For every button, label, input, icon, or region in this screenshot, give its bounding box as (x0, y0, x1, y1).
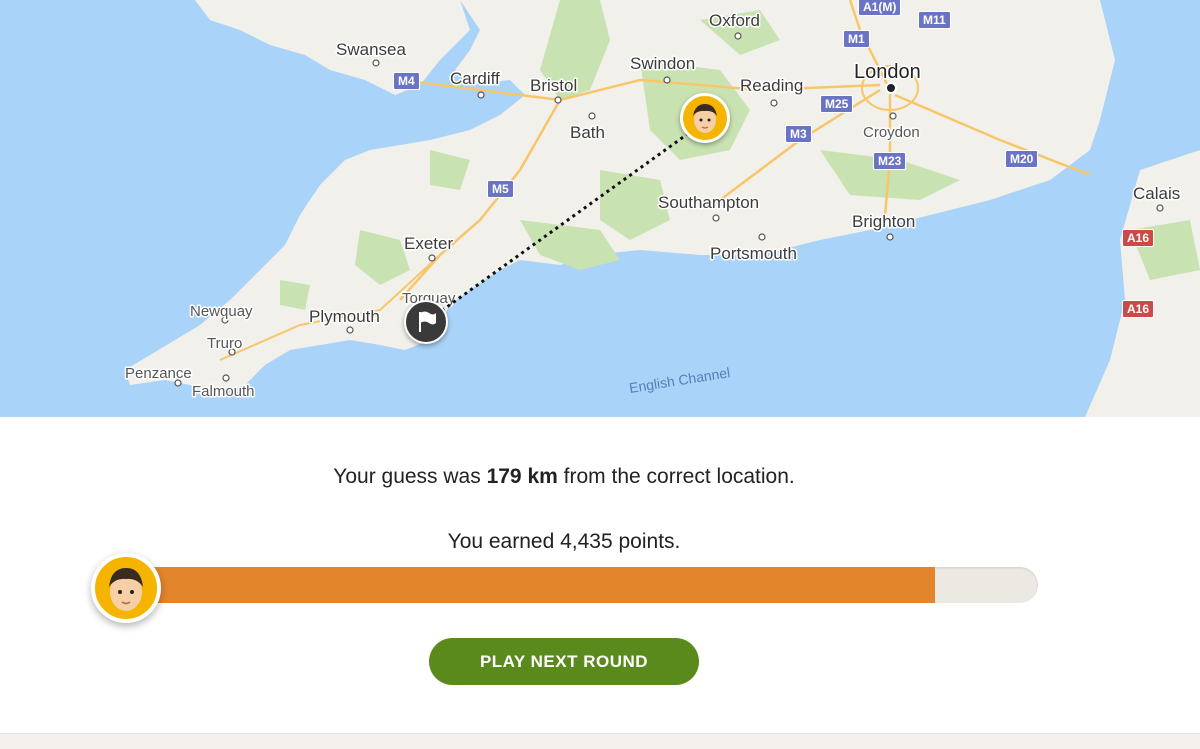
city-label: Oxford (709, 11, 760, 30)
sea-label: English Channel (628, 364, 731, 396)
person-avatar-icon (109, 568, 143, 611)
road-badge: M1 (843, 30, 870, 48)
distance-text: Your guess was 179 km from the correct l… (0, 465, 1128, 489)
city-label: Bath (570, 123, 605, 142)
distance-suffix: from the correct location. (557, 465, 795, 488)
city-label: Penzance (125, 365, 192, 382)
player-avatar (91, 553, 161, 623)
road-badge: M5 (487, 180, 514, 198)
person-avatar-icon (693, 104, 717, 133)
road-badge: A16 (1122, 300, 1155, 318)
road-badge: M4 (393, 72, 420, 90)
city-label: Falmouth (192, 383, 255, 400)
city-label: Truro (207, 335, 242, 352)
result-panel: Your guess was 179 km from the correct l… (0, 417, 1200, 748)
city-label: Exeter (404, 234, 453, 253)
road-badge: A1(M) (858, 0, 902, 16)
road-badge: M25 (820, 95, 854, 113)
city-label: Reading (740, 76, 803, 95)
city-label: Croydon (863, 124, 920, 141)
distance-prefix: Your guess was (333, 465, 487, 488)
play-next-round-button[interactable]: PLAY NEXT ROUND (429, 638, 699, 685)
road-badge: A16 (1122, 229, 1155, 247)
forest-6 (280, 280, 310, 310)
land-wales (195, 0, 470, 95)
city-label: Brighton (852, 212, 915, 231)
road-badge: M20 (1005, 150, 1039, 168)
flag-icon (419, 311, 436, 332)
correct-location-marker[interactable] (404, 300, 448, 344)
city-label: Bristol (530, 76, 577, 95)
points-text: You earned 4,435 points. (447, 530, 681, 553)
score-progress-fill (128, 567, 936, 603)
score-progress-bar (128, 567, 1038, 603)
road-badge: M3 (785, 125, 812, 143)
city-label: Portsmouth (710, 244, 797, 263)
city-label: Swansea (336, 40, 406, 59)
result-map[interactable]: Oxford Swansea Swindon Cardiff Bristol R… (0, 0, 1200, 417)
footer-strip (0, 733, 1200, 749)
map-canvas: Oxford Swansea Swindon Cardiff Bristol R… (124, 0, 1200, 417)
road-badge: M23 (873, 152, 907, 170)
city-label: Southampton (658, 193, 759, 212)
city-label: Swindon (630, 54, 695, 73)
city-label: Cardiff (450, 69, 500, 88)
city-label: Plymouth (309, 307, 380, 326)
city-label: Newquay (190, 303, 253, 320)
city-label: Calais (1133, 184, 1180, 203)
city-label: London (854, 61, 921, 83)
distance-value: 179 km (486, 465, 558, 488)
guess-marker[interactable] (680, 93, 730, 143)
road-badge: M11 (918, 11, 951, 29)
